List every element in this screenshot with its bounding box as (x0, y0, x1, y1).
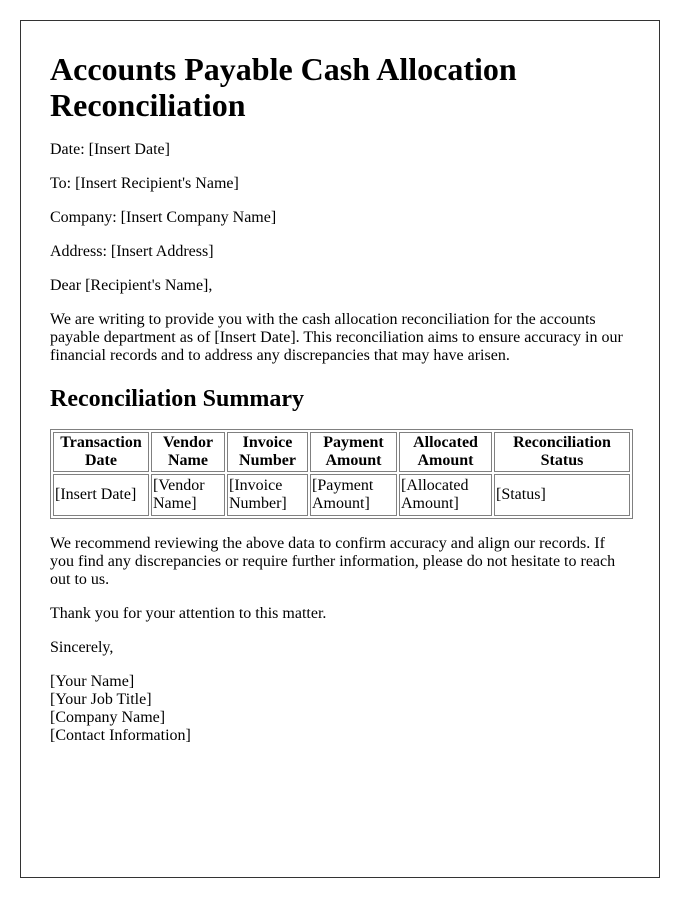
date-field: Date: [Insert Date] (50, 141, 170, 158)
table-cell: [Status] (494, 474, 630, 516)
table-cell: [Allocated Amount] (399, 474, 492, 516)
column-header: Vendor Name (151, 432, 225, 472)
reconciliation-table: Transaction Date Vendor Name Invoice Num… (50, 429, 633, 519)
table-row: [Insert Date] [Vendor Name] [Invoice Num… (53, 474, 630, 516)
signature-block: [Your Name] [Your Job Title] [Company Na… (50, 673, 632, 745)
company-field: Company: [Insert Company Name] (50, 209, 277, 226)
table-header-row: Transaction Date Vendor Name Invoice Num… (53, 432, 630, 472)
table-cell: [Invoice Number] (227, 474, 308, 516)
column-header: Transaction Date (53, 432, 149, 472)
page-title: Accounts Payable Cash Allocation Reconci… (50, 51, 517, 123)
signature-contact: [Contact Information] (50, 727, 191, 744)
table-cell: [Insert Date] (53, 474, 149, 516)
closing: Sincerely, (50, 639, 114, 656)
column-header: Allocated Amount (399, 432, 492, 472)
column-header: Invoice Number (227, 432, 308, 472)
thanks-paragraph: Thank you for your attention to this mat… (50, 605, 327, 622)
signature-job-title: [Your Job Title] (50, 691, 152, 708)
table-cell: [Payment Amount] (310, 474, 397, 516)
intro-paragraph: We are writing to provide you with the c… (50, 311, 623, 364)
column-header: Payment Amount (310, 432, 397, 472)
signature-name: [Your Name] (50, 673, 135, 690)
recommendation-paragraph: We recommend reviewing the above data to… (50, 535, 616, 588)
signature-company: [Company Name] (50, 709, 166, 726)
salutation: Dear [Recipient's Name], (50, 277, 213, 294)
column-header: Reconciliation Status (494, 432, 630, 472)
address-field: Address: [Insert Address] (50, 243, 214, 260)
letter-content: Accounts Payable Cash Allocation Reconci… (50, 21, 633, 745)
recipient-field: To: [Insert Recipient's Name] (50, 175, 239, 192)
letter-page: Accounts Payable Cash Allocation Reconci… (20, 20, 660, 878)
table-cell: [Vendor Name] (151, 474, 225, 516)
summary-heading: Reconciliation Summary (50, 386, 304, 412)
